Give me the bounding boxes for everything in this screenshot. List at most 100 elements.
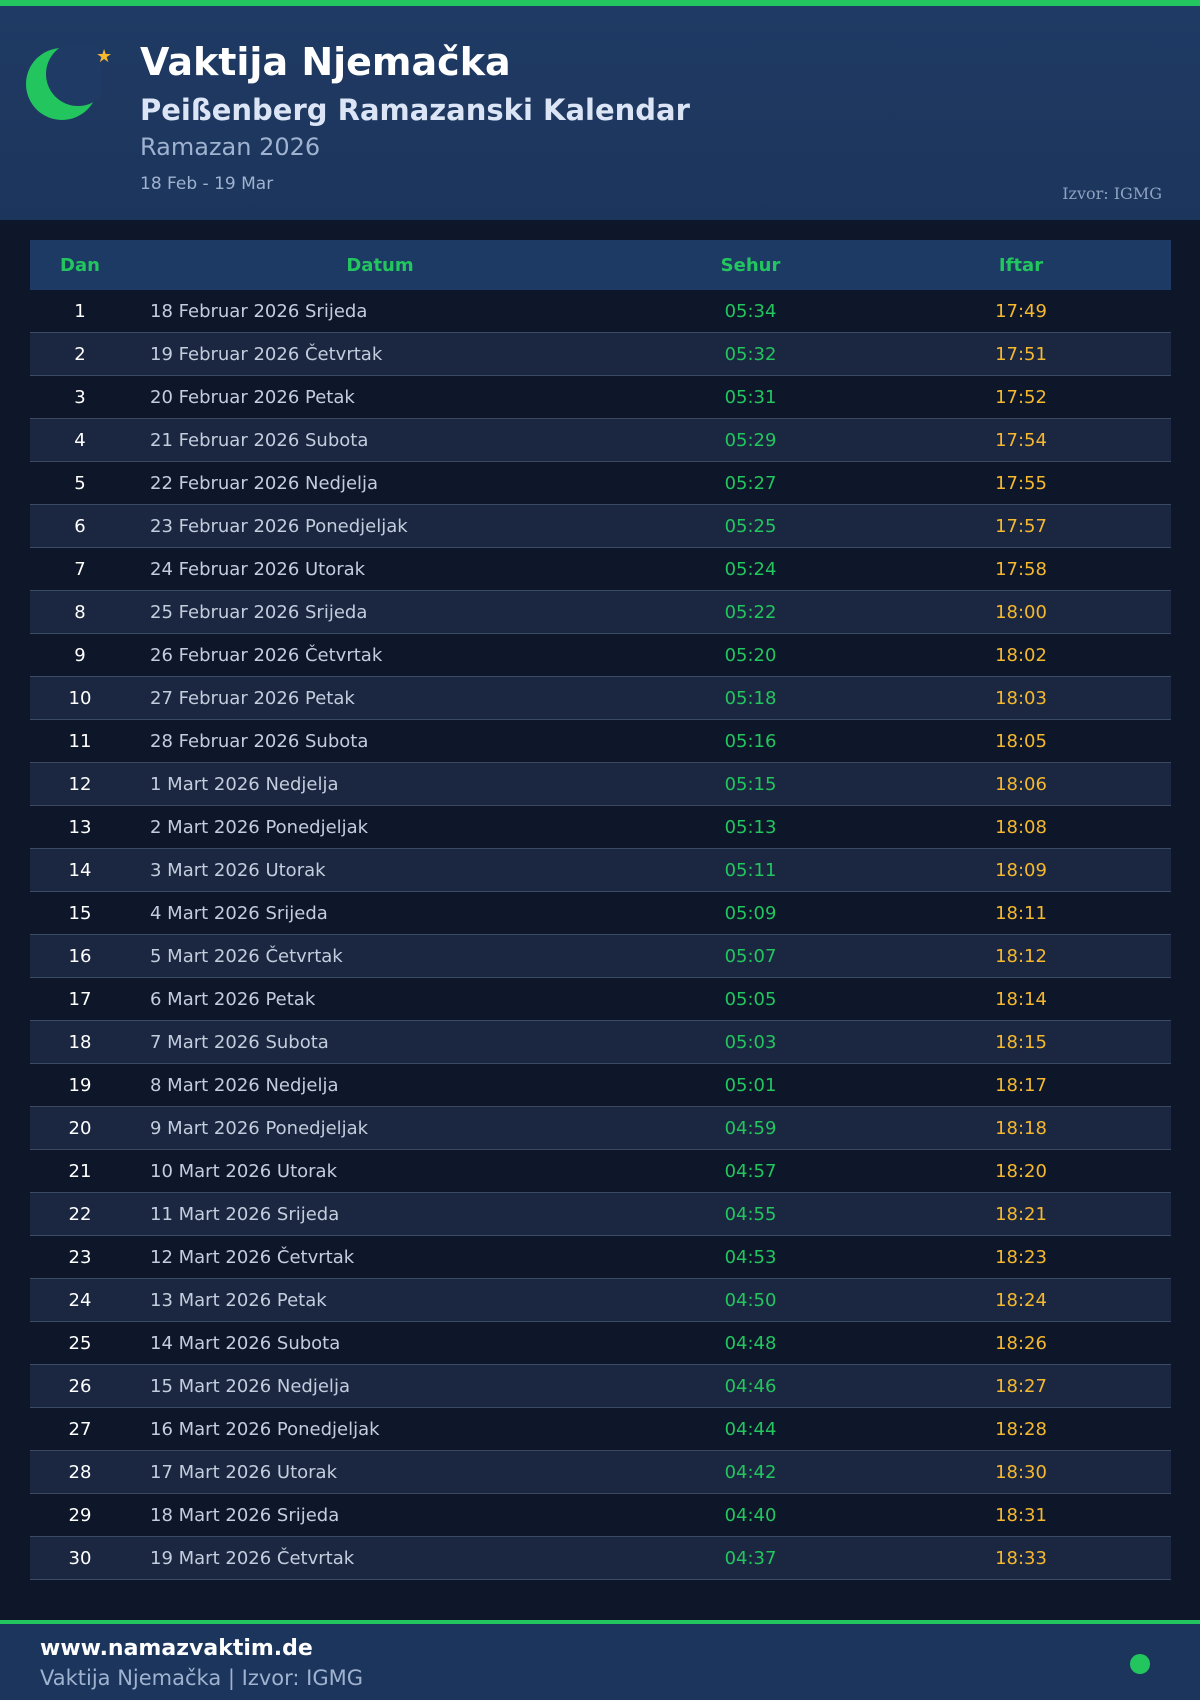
cell-iftar-time: 17:58	[995, 558, 1047, 580]
cell-sehur-time: 05:18	[724, 687, 777, 709]
cell-sehur-time: 04:40	[724, 1504, 777, 1526]
cell-day-number: 24	[68, 1289, 92, 1311]
cell-day-number: 18	[68, 1031, 92, 1053]
cell-sehur-time: 05:32	[724, 343, 777, 365]
table-row: 10 27 Februar 2026 Petak 05:18 18:03	[30, 677, 1171, 720]
cell-sehur-time: 04:37	[724, 1547, 777, 1569]
cell-day-number: 15	[68, 902, 92, 924]
cell-iftar-time: 17:51	[995, 343, 1047, 365]
table-row: 7 24 Februar 2026 Utorak 05:24 17:58	[30, 548, 1171, 591]
cell-day-number: 14	[68, 859, 92, 881]
cell-date: 23 Februar 2026 Ponedjeljak	[150, 515, 408, 537]
cell-sehur-time: 05:25	[724, 515, 777, 537]
cell-sehur-time: 05:31	[724, 386, 777, 408]
cell-date: 14 Mart 2026 Subota	[150, 1332, 341, 1354]
cell-date: 7 Mart 2026 Subota	[150, 1031, 329, 1053]
footer-site-link[interactable]: www.namazvaktim.de	[40, 1636, 313, 1661]
table-row: 5 22 Februar 2026 Nedjelja 05:27 17:55	[30, 462, 1171, 505]
cell-day-number: 4	[74, 429, 86, 451]
cell-day-number: 5	[74, 472, 86, 494]
cell-date: 26 Februar 2026 Četvrtak	[150, 644, 383, 666]
date-range: 18 Feb - 19 Mar	[140, 174, 274, 194]
cell-day-number: 20	[68, 1117, 92, 1139]
table-row: 30 19 Mart 2026 Četvrtak 04:37 18:33	[30, 1537, 1171, 1580]
cell-date: 25 Februar 2026 Srijeda	[150, 601, 368, 623]
cell-sehur-time: 04:55	[724, 1203, 777, 1225]
cell-day-number: 12	[68, 773, 92, 795]
cell-day-number: 17	[68, 988, 92, 1010]
page-title: Vaktija Njemačka	[140, 40, 511, 84]
table-row: 20 9 Mart 2026 Ponedjeljak 04:59 18:18	[30, 1107, 1171, 1150]
status-dot-icon	[1130, 1654, 1150, 1674]
table-header: Dan Datum Sehur Iftar	[30, 240, 1171, 290]
cell-iftar-time: 18:33	[995, 1547, 1047, 1569]
cell-date: 4 Mart 2026 Srijeda	[150, 902, 328, 924]
table-row: 25 14 Mart 2026 Subota 04:48 18:26	[30, 1322, 1171, 1365]
table-row: 8 25 Februar 2026 Srijeda 05:22 18:00	[30, 591, 1171, 634]
table-row: 14 3 Mart 2026 Utorak 05:11 18:09	[30, 849, 1171, 892]
cell-date: 21 Februar 2026 Subota	[150, 429, 369, 451]
cell-sehur-time: 05:16	[724, 730, 777, 752]
cell-day-number: 10	[68, 687, 92, 709]
cell-day-number: 21	[68, 1160, 92, 1182]
column-header-sehur: Sehur	[720, 254, 781, 276]
table-row: 12 1 Mart 2026 Nedjelja 05:15 18:06	[30, 763, 1171, 806]
cell-date: 10 Mart 2026 Utorak	[150, 1160, 337, 1182]
cell-date: 19 Februar 2026 Četvrtak	[150, 343, 383, 365]
cell-iftar-time: 18:21	[995, 1203, 1047, 1225]
cell-day-number: 16	[68, 945, 92, 967]
cell-sehur-time: 05:01	[724, 1074, 777, 1096]
cell-date: 15 Mart 2026 Nedjelja	[150, 1375, 350, 1397]
column-header-dan: Dan	[60, 254, 100, 276]
cell-iftar-time: 18:09	[995, 859, 1047, 881]
cell-sehur-time: 04:50	[724, 1289, 777, 1311]
cell-day-number: 28	[68, 1461, 92, 1483]
table-row: 2 19 Februar 2026 Četvrtak 05:32 17:51	[30, 333, 1171, 376]
cell-date: 6 Mart 2026 Petak	[150, 988, 316, 1010]
cell-iftar-time: 17:55	[995, 472, 1047, 494]
cell-sehur-time: 05:13	[724, 816, 777, 838]
cell-sehur-time: 05:15	[724, 773, 777, 795]
cell-day-number: 1	[74, 300, 86, 322]
cell-sehur-time: 04:53	[724, 1246, 777, 1268]
table-row: 24 13 Mart 2026 Petak 04:50 18:24	[30, 1279, 1171, 1322]
cell-day-number: 6	[74, 515, 86, 537]
cell-date: 11 Mart 2026 Srijeda	[150, 1203, 340, 1225]
crescent-moon-icon	[26, 44, 102, 120]
cell-iftar-time: 18:05	[995, 730, 1047, 752]
table-row: 18 7 Mart 2026 Subota 05:03 18:15	[30, 1021, 1171, 1064]
cell-iftar-time: 18:24	[995, 1289, 1047, 1311]
cell-sehur-time: 05:20	[724, 644, 777, 666]
cell-sehur-time: 04:42	[724, 1461, 777, 1483]
cell-iftar-time: 18:23	[995, 1246, 1047, 1268]
source-label: Izvor: IGMG	[1062, 184, 1162, 203]
cell-date: 20 Februar 2026 Petak	[150, 386, 355, 408]
table-row: 23 12 Mart 2026 Četvrtak 04:53 18:23	[30, 1236, 1171, 1279]
table-body: 1 18 Februar 2026 Srijeda 05:34 17:49 2 19 Fe…	[30, 290, 1171, 1580]
cell-iftar-time: 18:26	[995, 1332, 1047, 1354]
cell-day-number: 30	[68, 1547, 92, 1569]
page-header: ★ Vaktija Njemačka Peißenberg Ramazanski…	[0, 6, 1200, 220]
table-row: 11 28 Februar 2026 Subota 05:16 18:05	[30, 720, 1171, 763]
cell-iftar-time: 18:30	[995, 1461, 1047, 1483]
cell-date: 24 Februar 2026 Utorak	[150, 558, 366, 580]
cell-day-number: 13	[68, 816, 92, 838]
cell-date: 1 Mart 2026 Nedjelja	[150, 773, 339, 795]
cell-day-number: 26	[68, 1375, 92, 1397]
cell-iftar-time: 18:17	[995, 1074, 1047, 1096]
cell-iftar-time: 17:52	[995, 386, 1047, 408]
cell-iftar-time: 17:49	[995, 300, 1047, 322]
cell-sehur-time: 04:48	[724, 1332, 777, 1354]
cell-iftar-time: 18:02	[995, 644, 1047, 666]
table-row: 27 16 Mart 2026 Ponedjeljak 04:44 18:28	[30, 1408, 1171, 1451]
page-footer: www.namazvaktim.de Vaktija Njemačka | Iz…	[0, 1620, 1200, 1700]
footer-source-line: Vaktija Njemačka | Izvor: IGMG	[40, 1666, 363, 1690]
cell-sehur-time: 05:11	[724, 859, 777, 881]
cell-day-number: 7	[74, 558, 86, 580]
table-row: 19 8 Mart 2026 Nedjelja 05:01 18:17	[30, 1064, 1171, 1107]
cell-day-number: 29	[68, 1504, 92, 1526]
cell-iftar-time: 18:28	[995, 1418, 1047, 1440]
cell-date: 16 Mart 2026 Ponedjeljak	[150, 1418, 380, 1440]
table-row: 17 6 Mart 2026 Petak 05:05 18:14	[30, 978, 1171, 1021]
cell-date: 2 Mart 2026 Ponedjeljak	[150, 816, 369, 838]
